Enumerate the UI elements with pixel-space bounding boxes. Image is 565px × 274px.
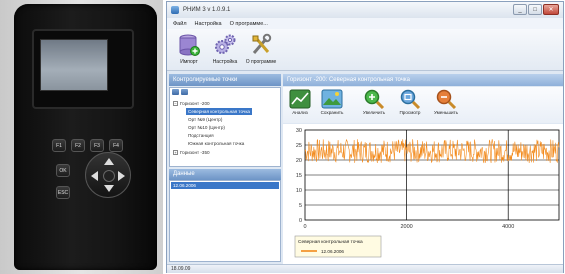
view-label: Просмотр: [399, 110, 421, 115]
tree-item-substation[interactable]: Подстанция: [188, 132, 214, 139]
dpad-right-icon: [118, 171, 125, 181]
dpad-center: [103, 170, 115, 182]
legend-title: Северная контрольная точка: [298, 239, 363, 245]
dates-header: Данные: [169, 169, 281, 180]
device-body: F1 F2 F3 F4 OK ESC: [14, 4, 157, 270]
save-button[interactable]: Сохранить: [317, 89, 347, 115]
zoom-out-label: Уменьшить: [433, 110, 459, 115]
zoom-in-label: Увеличить: [362, 110, 386, 115]
close-button[interactable]: ✕: [543, 4, 559, 15]
date-item[interactable]: 12.06.2006: [171, 182, 279, 189]
device-screen: [40, 39, 108, 91]
y-tick-label: 10: [296, 188, 302, 194]
tree-node-label: Горизонт -350: [180, 150, 210, 155]
about-button[interactable]: О программе: [243, 33, 279, 69]
window-title: РНИМ 3 v 1.0.9.1: [183, 7, 231, 13]
tree-toolbar: [170, 88, 280, 97]
collapse-all-icon[interactable]: [181, 89, 188, 95]
device-key-f4: F4: [109, 139, 123, 152]
menubar: Файл Настройка О программе...: [167, 18, 563, 29]
zoom-in-icon: [364, 89, 385, 109]
y-tick-label: 5: [299, 203, 302, 209]
dpad-left-icon: [91, 171, 98, 181]
dpad-down-icon: [104, 185, 114, 192]
app-icon: [171, 6, 179, 14]
y-tick-label: 30: [296, 128, 302, 134]
x-tick-label: 2000: [400, 224, 412, 230]
tree-item-ort-9[interactable]: Орт №9 (Центр): [188, 116, 222, 123]
titlebar: РНИМ 3 v 1.0.9.1 _ □ ✕: [167, 2, 563, 18]
minimize-button[interactable]: _: [513, 4, 527, 15]
main-toolbar: Импорт Настройка О программе: [167, 29, 563, 71]
expand-icon[interactable]: +: [173, 150, 178, 156]
dpad-up-icon: [104, 158, 114, 165]
y-tick-label: 25: [296, 143, 302, 149]
y-tick-label: 15: [296, 173, 302, 179]
tree-node-horizon-350[interactable]: + Горизонт -350: [173, 149, 210, 156]
device-key-f2: F2: [71, 139, 85, 152]
tree-item-south-point[interactable]: Южная контрольная точка: [188, 140, 244, 147]
x-tick-label: 4000: [502, 224, 514, 230]
x-tick-label: 0: [303, 224, 306, 230]
database-import-icon: [179, 34, 200, 56]
analysis-label: Анализ: [292, 110, 308, 115]
device-key-f1: F1: [52, 139, 66, 152]
device-key-esc: ESC: [56, 186, 70, 199]
device-photo: F1 F2 F3 F4 OK ESC: [0, 0, 163, 274]
tree-node-label: Горизонт -200: [180, 101, 210, 106]
signal-chart: 0 5 10 15 20 25 30 0 2000 4000 Северная контрольна…: [294, 128, 560, 258]
gears-icon: [215, 34, 236, 54]
view-button[interactable]: Просмотр: [395, 89, 425, 115]
tree-item-north-point[interactable]: Северная контрольная точка: [186, 108, 252, 115]
chart-toolbar: Анализ Сохранить Увеличить Просмотр Умен…: [283, 87, 563, 123]
tools-icon: [252, 33, 272, 54]
zoom-out-icon: [436, 89, 457, 109]
zoom-in-button[interactable]: Увеличить: [359, 89, 389, 115]
app-window: РНИМ 3 v 1.0.9.1 _ □ ✕ Файл Настройка О …: [166, 1, 564, 273]
device-bezel: [32, 29, 134, 109]
analysis-button[interactable]: Анализ: [285, 89, 315, 115]
menu-about[interactable]: О программе...: [230, 21, 268, 27]
image-save-icon: [321, 89, 343, 109]
settings-button[interactable]: Настройка: [207, 33, 243, 69]
device-dpad: [85, 152, 131, 198]
menu-file[interactable]: Файл: [173, 21, 187, 27]
zoom-fit-icon: [400, 89, 421, 109]
dates-list: 12.06.2006: [169, 180, 281, 262]
y-tick-label: 0: [299, 218, 302, 224]
settings-label: Настройка: [212, 59, 238, 65]
collapse-icon[interactable]: −: [173, 101, 178, 107]
tree-item-ort-10[interactable]: Орт №10 (Центр): [188, 124, 225, 131]
expand-all-icon[interactable]: [172, 89, 179, 95]
status-bar: 18.09.09: [167, 264, 563, 273]
monitored-points-header: Контролируемые точки: [169, 74, 281, 86]
device-key-ok: OK: [56, 164, 70, 177]
maximize-button[interactable]: □: [528, 4, 542, 15]
tree-node-horizon-200[interactable]: − Горизонт -200: [173, 100, 210, 107]
line-chart-icon: [289, 89, 311, 109]
zoom-out-button[interactable]: Уменьшить: [431, 89, 461, 115]
device-key-f3: F3: [90, 139, 104, 152]
y-tick-label: 20: [296, 158, 302, 164]
plot-area: 0 5 10 15 20 25 30 0 2000 4000 Северная контрольна…: [283, 124, 563, 264]
import-label: Импорт: [180, 59, 198, 65]
chart-header: Горизонт -200: Северная контрольная точк…: [283, 74, 563, 86]
menu-settings[interactable]: Настройка: [195, 21, 222, 27]
import-button[interactable]: Импорт: [171, 33, 207, 69]
legend-entry: 12.06.2006: [321, 249, 344, 254]
about-label: О программе: [245, 59, 277, 65]
save-label: Сохранить: [320, 110, 344, 115]
points-tree: − Горизонт -200 Северная контрольная точк…: [169, 87, 281, 167]
window-controls: _ □ ✕: [513, 4, 559, 15]
